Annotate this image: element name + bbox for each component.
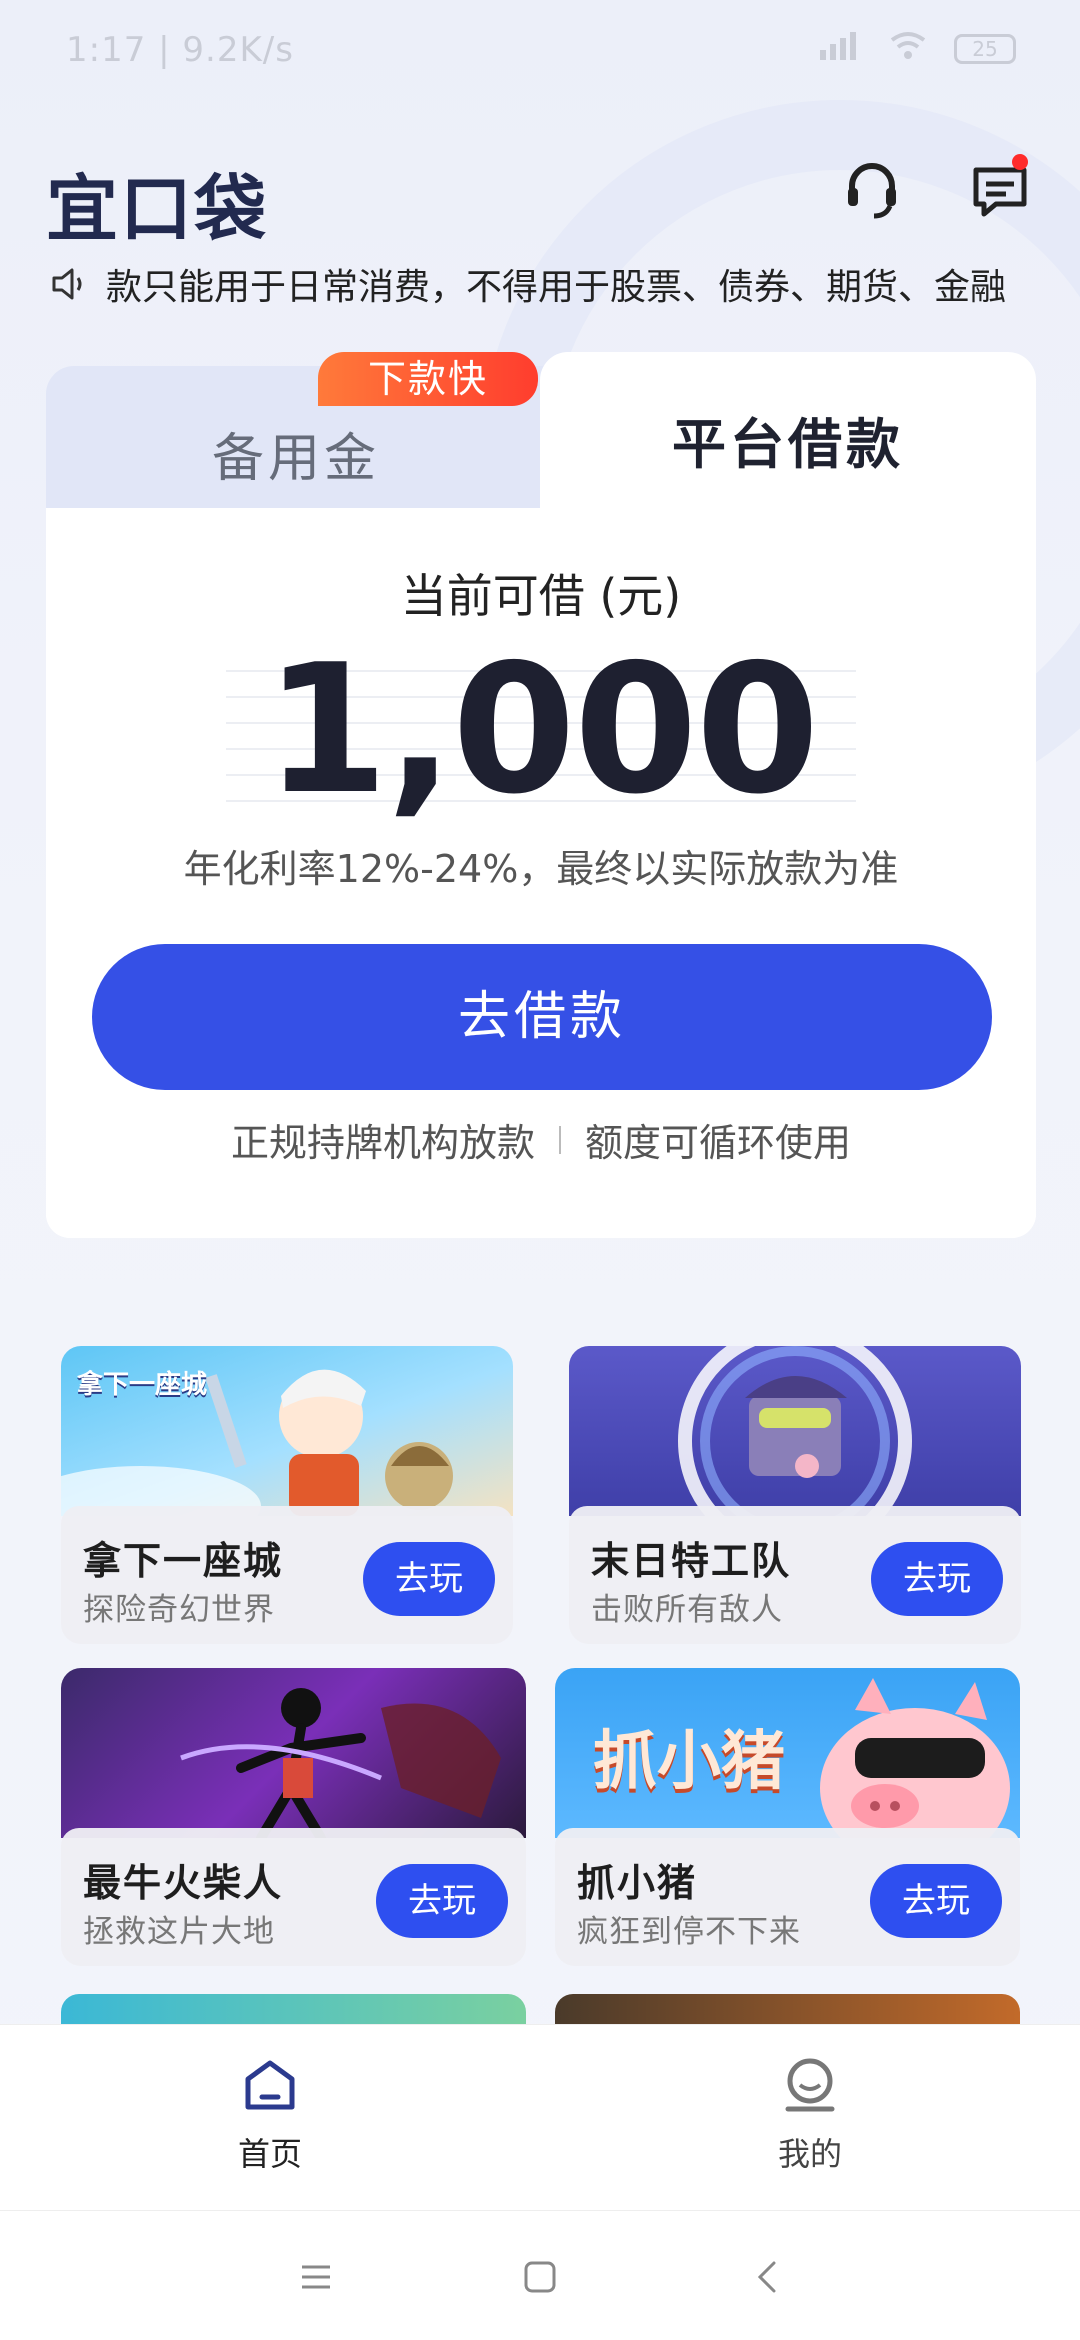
battery-icon: 25 (954, 33, 1016, 64)
notice-text: 款只能用于日常消费，不得用于股票、债券、期货、金融 (106, 267, 1007, 308)
game-card-peek (555, 1994, 1020, 2024)
game-card[interactable]: 最牛火柴人 拯救这片大地 去玩 (61, 1668, 526, 1966)
status-bar: 1:17 | 9.2K/s 25 (0, 0, 1080, 100)
back-icon[interactable] (748, 2257, 788, 2297)
game-card[interactable]: 抓小猪 抓小猪 疯狂到停不下来 去玩 (555, 1668, 1020, 1966)
notice-bar: 款只能用于日常消费，不得用于股票、债券、期货、金融 (48, 256, 1038, 312)
status-icons: 25 (818, 30, 1016, 67)
game-art-title: 拿下一座城 (77, 1370, 208, 1400)
nav-home-label: 首页 (237, 2135, 302, 2173)
system-nav-bar (0, 2210, 1080, 2340)
borrow-button[interactable]: 去借款 (92, 944, 992, 1090)
game-info: 最牛火柴人 拯救这片大地 去玩 (61, 1828, 526, 1966)
card-body-tab-edge (46, 508, 540, 552)
game-art: 抓小猪 (555, 1668, 1020, 1868)
menu-icon[interactable] (296, 2257, 336, 2297)
game-art (569, 1346, 1021, 1558)
headset-icon[interactable] (840, 158, 904, 222)
game-art (61, 1668, 526, 1843)
message-icon[interactable] (968, 154, 1032, 222)
feature-revolving: 额度可循环使用 (585, 1121, 852, 1165)
play-button[interactable]: 去玩 (376, 1864, 508, 1938)
interest-rate-text: 年化利率12%-24%，最终以实际放款为准 (183, 847, 899, 891)
profile-icon (780, 2058, 840, 2119)
game-info: 末日特工队 击败所有敌人 去玩 (569, 1506, 1021, 1644)
game-card[interactable]: 末日特工队 击败所有敌人 去玩 (569, 1346, 1021, 1644)
feature-divider (559, 1125, 561, 1154)
speaker-icon (48, 264, 88, 304)
tab-standby-fund-label: 备用金 (211, 429, 380, 489)
game-name: 末日特工队 (591, 1539, 792, 1583)
game-info: 拿下一座城 探险奇幻世界 去玩 (61, 1506, 513, 1644)
bottom-nav: 首页 我的 (0, 2024, 1080, 2210)
feature-list: 正规持牌机构放款 额度可循环使用 (46, 1112, 1036, 1167)
wifi-icon (888, 30, 928, 67)
game-card-peek (61, 1994, 526, 2024)
stickman-illustration (180, 1688, 501, 1843)
feature-licensed: 正规持牌机构放款 (230, 1121, 535, 1165)
game-desc: 探险奇幻世界 (83, 1592, 275, 1628)
play-button[interactable]: 去玩 (871, 1542, 1003, 1616)
game-name: 最牛火柴人 (83, 1861, 284, 1905)
game-desc: 击败所有敌人 (591, 1592, 783, 1628)
tab-platform-loan-label: 平台借款 (672, 413, 904, 476)
nav-profile[interactable]: 我的 (710, 2055, 910, 2175)
app-logo: 宜口袋 (46, 166, 269, 251)
battery-level: 25 (972, 36, 998, 61)
game-desc: 疯狂到停不下来 (577, 1914, 801, 1950)
home-square-icon[interactable] (520, 2257, 560, 2297)
loan-card: 备用金 下款快 平台借款 当前可借 (元) 1,000 年化利率12%-24%，… (46, 352, 1036, 1238)
home-icon (240, 2060, 300, 2119)
signal-icon (818, 30, 862, 67)
play-button[interactable]: 去玩 (870, 1864, 1002, 1938)
available-amount: 1,000 (264, 626, 819, 833)
game-info: 抓小猪 疯狂到停不下来 去玩 (555, 1828, 1020, 1966)
game-name: 拿下一座城 (83, 1539, 284, 1583)
nav-home[interactable]: 首页 (170, 2055, 370, 2175)
available-amount-label: 当前可借 (元) (400, 569, 682, 623)
play-button[interactable]: 去玩 (363, 1542, 495, 1616)
nav-profile-label: 我的 (777, 2135, 842, 2173)
status-time: 1:17 | 9.2K/s (66, 30, 294, 70)
game-desc: 拯救这片大地 (83, 1914, 275, 1950)
fast-payout-badge: 下款快 (318, 352, 538, 406)
game-art-title: 抓小猪 (593, 1724, 785, 1799)
game-art: 拿下一座城 (61, 1346, 513, 1546)
game-card[interactable]: 拿下一座城 拿下一座城 探险奇幻世界 去玩 (61, 1346, 513, 1644)
app-screen: 1:17 | 9.2K/s 25 宜口袋 款只能用于日常消费，不得用于股票、债券… (0, 0, 1080, 2340)
agent-illustration (678, 1346, 912, 1558)
unread-dot (1012, 154, 1028, 170)
game-name: 抓小猪 (577, 1861, 698, 1905)
